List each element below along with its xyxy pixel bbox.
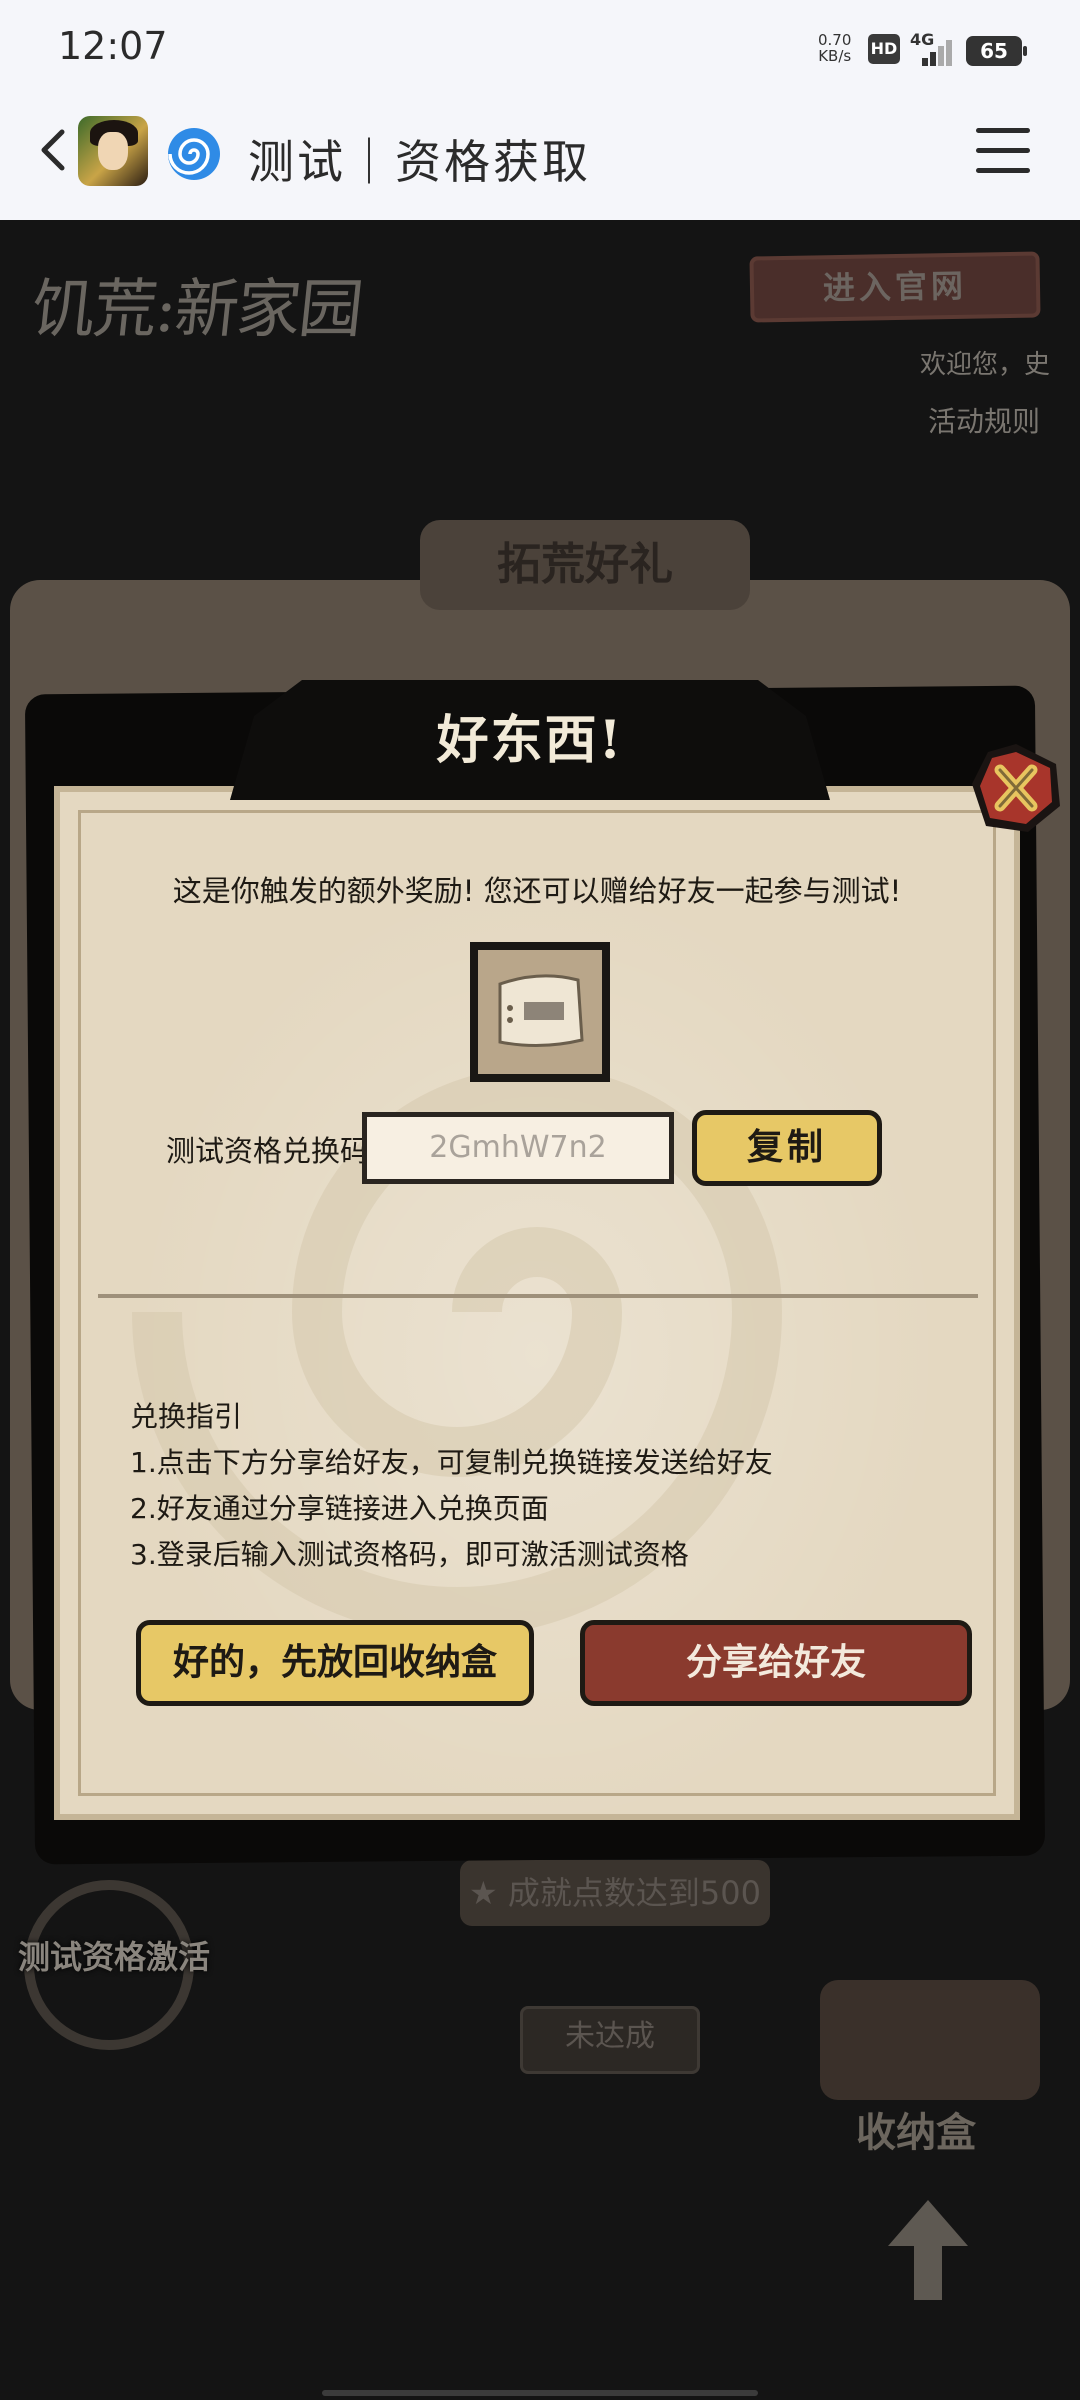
battery-icon: 65 bbox=[966, 36, 1027, 66]
network-speed-unit: KB/s bbox=[818, 47, 852, 65]
storage-chest-icon[interactable] bbox=[820, 1980, 1040, 2100]
signal-icon: 4G bbox=[908, 30, 958, 66]
official-site-button[interactable]: 进入官网 bbox=[749, 251, 1041, 323]
redeem-guide: 兑换指引 1.点击下方分享给好友，可复制兑换链接发送给好友 2.好友通过分享链接… bbox=[130, 1394, 773, 1578]
code-label: 测试资格兑换码 bbox=[166, 1134, 370, 1168]
app-header: 测试｜资格获取 bbox=[0, 80, 1080, 220]
network-speed: 0.70 KB/s bbox=[818, 32, 851, 64]
network-type: 4G bbox=[910, 30, 935, 49]
guide-title: 兑换指引 bbox=[130, 1400, 243, 1433]
page-title: 测试｜资格获取 bbox=[248, 135, 591, 189]
reward-item bbox=[470, 942, 610, 1082]
share-button[interactable]: 分享给好友 bbox=[580, 1620, 972, 1706]
close-icon[interactable] bbox=[970, 742, 1062, 834]
swirl-icon bbox=[168, 128, 220, 180]
app-icon bbox=[78, 116, 148, 186]
ticket-icon bbox=[498, 974, 584, 1048]
not-done-button[interactable]: 未达成 bbox=[520, 2006, 700, 2074]
copy-button[interactable]: 复制 bbox=[692, 1110, 882, 1186]
guide-step: 1.点击下方分享给好友，可复制兑换链接发送给好友 bbox=[130, 1446, 773, 1479]
redeem-code-field[interactable]: 2GmhW7n2 bbox=[362, 1112, 674, 1184]
menu-icon[interactable] bbox=[976, 128, 1030, 174]
scroll-top-icon[interactable] bbox=[888, 2200, 968, 2300]
network-speed-value: 0.70 bbox=[818, 31, 852, 49]
rules-link[interactable]: 活动规则 bbox=[928, 400, 1040, 440]
achievement-pill: ★ 成就点数达到500 bbox=[460, 1860, 770, 1926]
status-time: 12:07 bbox=[58, 24, 168, 68]
back-icon[interactable] bbox=[28, 122, 84, 178]
game-logo: 饥荒:新家园 bbox=[27, 273, 365, 347]
modal-title: 好东西! bbox=[436, 710, 624, 771]
hd-badge: HD bbox=[868, 34, 900, 64]
storage-label[interactable]: 收纳盒 bbox=[856, 2100, 976, 2158]
background-panel-title: 拓荒好礼 bbox=[420, 520, 750, 610]
status-bar: 12:07 0.70 KB/s HD 4G 65 bbox=[0, 0, 1080, 80]
welcome-text: 欢迎您，史 bbox=[919, 350, 1050, 380]
guide-step: 2.好友通过分享链接进入兑换页面 bbox=[130, 1492, 549, 1525]
activation-label[interactable]: 测试资格激活 bbox=[18, 1932, 210, 1978]
reward-intro-text: 这是你触发的额外奖励! 您还可以赠给好友一起参与测试! bbox=[172, 874, 902, 908]
home-indicator bbox=[322, 2390, 758, 2396]
ok-store-button[interactable]: 好的，先放回收纳盒 bbox=[136, 1620, 534, 1706]
battery-level: 65 bbox=[980, 39, 1008, 63]
divider bbox=[98, 1294, 978, 1298]
guide-step: 3.登录后输入测试资格码，即可激活测试资格 bbox=[130, 1538, 689, 1571]
